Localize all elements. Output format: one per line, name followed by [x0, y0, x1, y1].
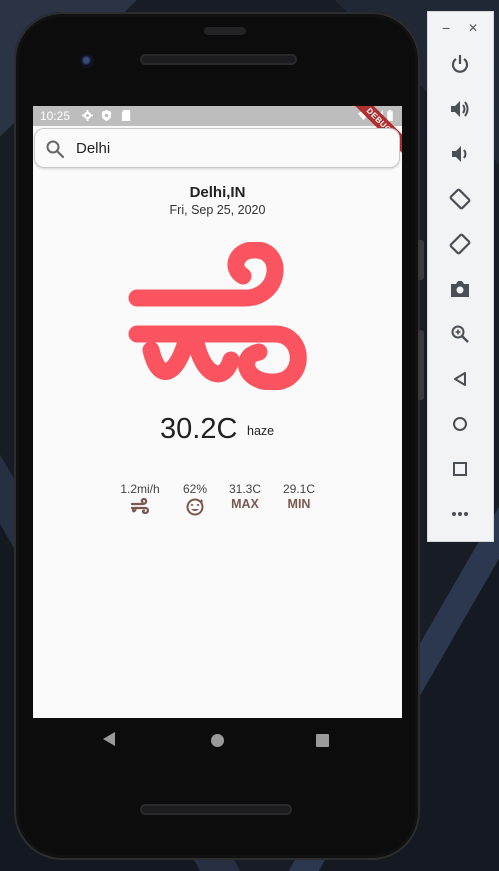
more-button[interactable]	[444, 498, 476, 530]
wind-speed-stat: 1.2mi/h	[115, 482, 165, 514]
humidity-stat: 62%	[170, 482, 220, 516]
rotate-right-icon	[449, 233, 471, 255]
power-icon	[451, 55, 469, 73]
rotate-left-icon	[449, 188, 471, 210]
city-name: Delhi,IN	[189, 184, 246, 201]
rotate-left-button[interactable]	[444, 183, 476, 215]
emulator-toolbar: − ✕	[428, 12, 493, 541]
screenshot-button[interactable]	[444, 273, 476, 305]
back-button[interactable]	[444, 363, 476, 395]
power-button[interactable]	[444, 48, 476, 80]
minimize-button[interactable]: −	[442, 20, 450, 36]
min-temp-value: 29.1C	[282, 482, 316, 496]
nav-back-button[interactable]	[102, 731, 116, 747]
app-screen: 10:25 DEBUG Delhi,IN Fri, Sep 25, 2020 3…	[33, 106, 402, 718]
search-icon	[46, 140, 65, 159]
more-icon	[452, 512, 468, 516]
temperature: 30.2C	[160, 413, 238, 445]
volume-down-icon	[452, 146, 467, 162]
shield-icon	[101, 110, 112, 121]
rotate-right-button[interactable]	[444, 228, 476, 260]
search-bar[interactable]	[34, 128, 400, 168]
volume-up-button[interactable]	[444, 93, 476, 125]
volume-side-button	[418, 330, 424, 400]
home-icon	[453, 417, 467, 431]
weather-condition: haze	[247, 424, 275, 438]
search-input[interactable]	[76, 138, 376, 158]
max-temp-stat: 31.3C MAX	[220, 482, 270, 511]
status-bar: 10:25 DEBUG	[33, 106, 402, 157]
nav-home-button[interactable]	[211, 734, 224, 747]
home-button[interactable]	[444, 408, 476, 440]
close-button[interactable]: ✕	[468, 21, 478, 35]
wind-speed-value: 1.2mi/h	[120, 482, 160, 496]
top-notch	[204, 27, 246, 35]
humidity-face-icon	[186, 498, 204, 516]
max-temp-label: MAX	[231, 497, 259, 511]
front-camera	[80, 54, 94, 68]
volume-down-button[interactable]	[444, 138, 476, 170]
bottom-speaker	[140, 804, 292, 815]
date-label: Fri, Sep 25, 2020	[169, 203, 266, 217]
sd-card-icon	[121, 110, 131, 121]
camera-icon	[451, 281, 469, 297]
status-time: 10:25	[40, 109, 71, 123]
min-temp-label: MIN	[287, 497, 311, 511]
overview-icon	[453, 462, 467, 476]
top-speaker	[140, 54, 297, 65]
power-side-button	[418, 240, 424, 280]
humidity-value: 62%	[182, 482, 208, 496]
nav-overview-button[interactable]	[316, 734, 329, 747]
min-temp-stat: 29.1C MIN	[274, 482, 324, 511]
settings-icon	[82, 110, 93, 121]
wind-icon	[130, 498, 150, 514]
volume-up-icon	[451, 101, 469, 117]
zoom-button[interactable]	[444, 318, 476, 350]
max-temp-value: 31.3C	[228, 482, 262, 496]
wind-icon	[128, 242, 307, 390]
zoom-icon	[451, 325, 469, 343]
overview-button[interactable]	[444, 453, 476, 485]
back-icon	[454, 372, 466, 386]
